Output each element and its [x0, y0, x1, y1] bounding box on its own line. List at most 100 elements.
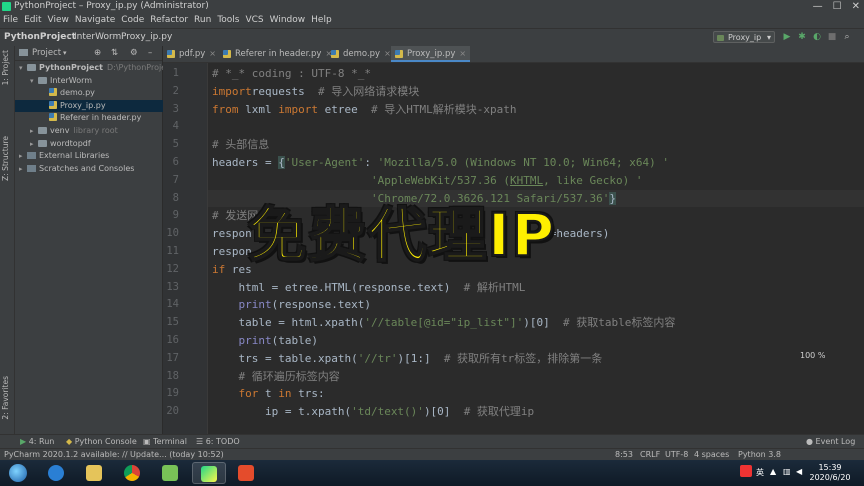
volume-icon[interactable]: ◀ — [796, 467, 802, 476]
debug-icon[interactable]: ✱ — [797, 32, 807, 42]
code-token: # 导入网络请求模块 — [317, 84, 420, 98]
code-token: html = etree.HTML(response.text) — [212, 280, 464, 294]
tree-item[interactable]: ▸ Scratches and Consoles — [15, 163, 166, 175]
menu-refactor[interactable]: Refactor — [147, 13, 191, 28]
menu-code[interactable]: Code — [118, 13, 147, 28]
run-tool-button[interactable]: ▶ 4: Run — [20, 435, 54, 449]
line-number: 7 — [172, 173, 179, 186]
tab-pdf[interactable]: pdf.py × — [163, 46, 220, 62]
line-number: 1 — [172, 67, 179, 79]
taskbar-explorer[interactable] — [78, 462, 112, 484]
project-tool-tab[interactable]: 1: Project — [1, 50, 10, 85]
code-token: 'AppleWebKit/537.36 ( — [370, 173, 511, 187]
todo-icon: ☰ — [196, 437, 206, 446]
code-token: )[0] — [423, 405, 464, 419]
code-line: # 循环遍历标签内容 — [212, 368, 340, 386]
tree-item[interactable]: ▸ wordtopdf — [15, 138, 177, 150]
search-everywhere-icon[interactable]: ⌕ — [842, 32, 852, 42]
chevron-right-icon[interactable]: ▸ — [19, 163, 27, 175]
python-console-button[interactable]: ◆ Python Console — [66, 435, 137, 449]
tab-referer-in-header[interactable]: Referer in header.py × — [219, 46, 336, 62]
system-clock[interactable]: 15:39 2020/6/20 — [808, 463, 852, 483]
minimize-button[interactable]: — — [813, 0, 823, 13]
pycharm-icon — [201, 466, 217, 482]
tree-item[interactable]: ▸ venv library root — [15, 125, 177, 137]
menu-file[interactable]: File — [0, 13, 21, 28]
code-token: # *_* coding : UTF-8 *_* — [212, 67, 371, 80]
code-token: lxml — [238, 102, 279, 116]
start-button[interactable] — [4, 462, 32, 484]
code-token: '//table[@id="ip_list"]' — [364, 316, 524, 330]
stop-icon[interactable]: ■ — [827, 32, 837, 42]
chevron-right-icon[interactable]: ▸ — [19, 150, 27, 162]
chevron-right-icon[interactable]: ▸ — [30, 125, 38, 137]
code-line: ip = t.xpath('td/text()')[0] # 获取代理ip — [212, 403, 534, 421]
tree-item-label: wordtopdf — [50, 138, 91, 148]
taskbar-pycharm[interactable] — [192, 462, 226, 484]
chevron-down-icon[interactable]: ▾ — [19, 62, 27, 74]
terminal-button[interactable]: ▣ Terminal — [143, 435, 187, 449]
code-token: (response.text) — [271, 298, 371, 312]
menu-help[interactable]: Help — [308, 13, 335, 28]
close-icon[interactable]: × — [459, 49, 466, 58]
network-icon[interactable]: ▥ — [783, 467, 791, 476]
gear-icon[interactable]: ⚙ — [130, 46, 138, 60]
run-icon[interactable]: ▶ — [782, 32, 792, 42]
taskbar-chrome[interactable] — [116, 462, 150, 484]
menu-navigate[interactable]: Navigate — [72, 13, 118, 28]
favorites-tool-tab[interactable]: 2: Favorites — [1, 376, 10, 420]
code-line: 'AppleWebKit/537.36 (KHTML, like Gecko) … — [212, 172, 643, 190]
locate-icon[interactable]: ⊕ — [94, 46, 101, 60]
project-panel-title[interactable]: Project — [32, 46, 61, 60]
menu-run[interactable]: Run — [191, 13, 214, 28]
menu-tools[interactable]: Tools — [214, 13, 242, 28]
code-token: respon — [212, 227, 252, 241]
collapse-icon[interactable]: ⇅ — [111, 46, 118, 60]
todo-button[interactable]: ☰ 6: TODO — [196, 435, 240, 449]
chevron-down-icon[interactable]: ▾ — [63, 46, 67, 60]
python-file-icon — [223, 50, 231, 58]
line-number: 4 — [172, 120, 179, 133]
close-icon[interactable]: × — [209, 49, 216, 58]
tab-demo[interactable]: demo.py × — [327, 46, 395, 62]
line-number: 6 — [172, 156, 179, 168]
hide-icon[interactable]: – — [148, 46, 152, 60]
code-line: respon — [212, 243, 252, 261]
close-button[interactable]: ✕ — [852, 0, 860, 13]
event-log-button[interactable]: ● Event Log — [806, 435, 855, 449]
tree-item[interactable]: ▸ External Libraries — [15, 150, 166, 162]
structure-tool-tab[interactable]: Z: Structure — [1, 136, 10, 181]
run-config-selector[interactable]: Proxy_ip ▾ — [713, 31, 775, 43]
window-title: PythonProject – Proxy_ip.py (Administrat… — [14, 1, 209, 11]
tree-item[interactable]: ▾ InterWorm — [15, 75, 177, 87]
taskbar-ie[interactable] — [40, 462, 74, 484]
sogou-ime-icon[interactable] — [740, 465, 752, 477]
code-token: # 获取代理ip — [463, 405, 535, 419]
close-icon[interactable]: × — [384, 49, 391, 58]
maximize-button[interactable]: ☐ — [833, 0, 842, 13]
tray-up-arrow-icon[interactable]: ▲ — [770, 467, 776, 476]
taskbar-android[interactable] — [154, 462, 188, 484]
tree-item-label: demo.py — [60, 88, 95, 98]
ime-language-indicator[interactable]: 英 — [756, 467, 764, 478]
menu-edit[interactable]: Edit — [21, 13, 44, 28]
python-file-icon — [49, 113, 57, 122]
code-token: # 循环遍历标签内容 — [238, 369, 340, 383]
menu-view[interactable]: View — [45, 13, 72, 28]
tree-item[interactable]: ▾ PythonProject D:\PythonProject — [15, 62, 174, 74]
taskbar-office[interactable] — [230, 462, 264, 484]
menu-bar: File Edit View Navigate Code Refactor Ru… — [0, 13, 864, 28]
code-token: in — [278, 387, 292, 401]
tab-proxy-ip[interactable]: Proxy_ip.py × — [391, 46, 471, 62]
chevron-down-icon[interactable]: ▾ — [30, 75, 38, 87]
code-token: )[1:] — [397, 351, 444, 365]
menu-vcs[interactable]: VCS — [242, 13, 266, 28]
coverage-icon[interactable]: ◐ — [812, 32, 822, 42]
menu-window[interactable]: Window — [267, 13, 309, 28]
breadcrumb-file[interactable]: Proxy_ip.py — [121, 29, 172, 46]
tree-item-label: PythonProject — [39, 63, 103, 72]
chevron-right-icon[interactable]: ▸ — [30, 138, 38, 150]
